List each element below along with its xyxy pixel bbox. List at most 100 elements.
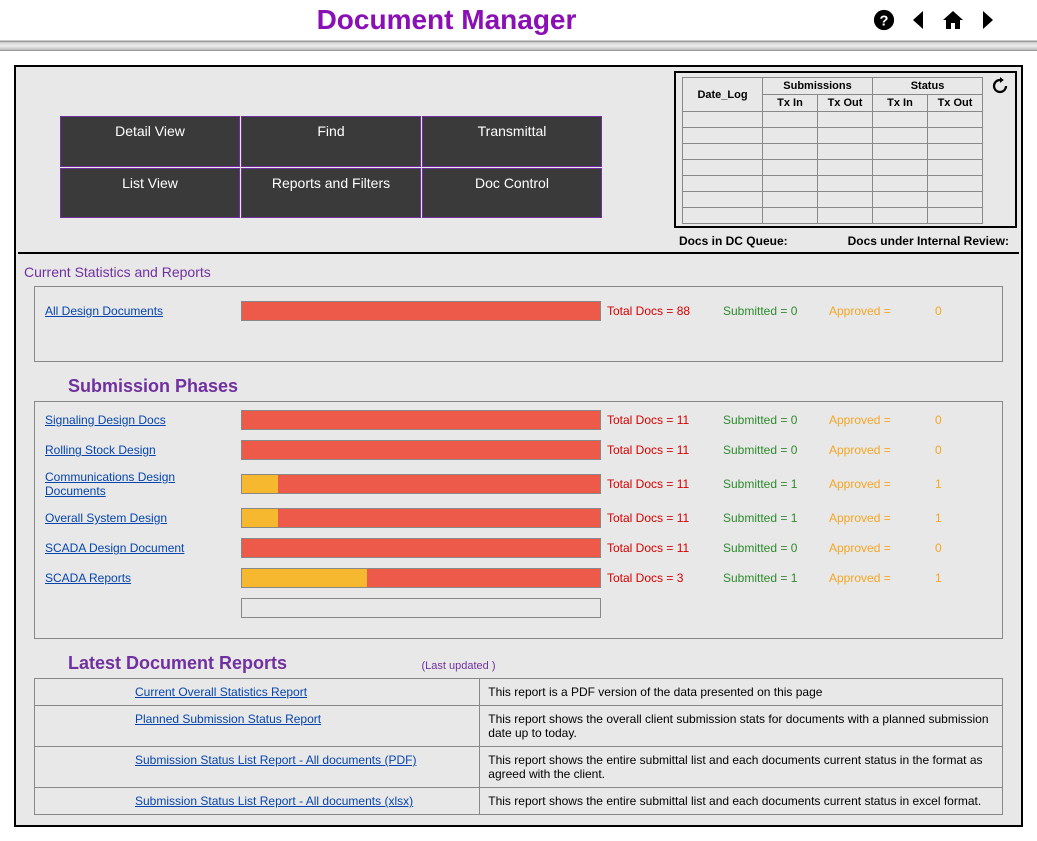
phase-submitted: Submitted = 0 [723,413,823,427]
help-icon[interactable]: ? [873,9,895,31]
stats-heading: Current Statistics and Reports [18,254,1019,286]
phase-submitted: Submitted = 0 [723,541,823,555]
doc-control-button[interactable]: Doc Control [422,168,602,219]
docs-dc-queue-label: Docs in DC Queue: [679,234,788,248]
header-divider [0,41,1037,51]
phase-bar [241,410,601,430]
nav-back-icon[interactable] [909,9,927,31]
phases-heading: Submission Phases [18,372,1019,401]
queue-col-sub-txin: Tx In [763,95,818,112]
phase-link[interactable]: Signaling Design Docs [45,413,235,427]
report-link[interactable]: Submission Status List Report - All docu… [135,753,416,767]
queue-col-stat-txout: Tx Out [928,95,983,112]
queue-col-stat-txin: Tx In [873,95,928,112]
refresh-icon[interactable] [991,77,1009,95]
phase-submitted: Submitted = 1 [723,477,823,491]
report-row: Current Overall Statistics Report This re… [35,679,1003,706]
phase-bar [241,508,601,528]
docs-internal-review-label: Docs under Internal Review: [848,234,1009,248]
report-link[interactable]: Submission Status List Report - All docu… [135,794,413,808]
phase-link[interactable]: Communications Design Documents [45,470,235,498]
header-nav: ? [873,9,997,31]
phase-link[interactable]: SCADA Reports [45,571,235,585]
report-row: Submission Status List Report - All docu… [35,747,1003,788]
phase-row: SCADA Reports Total Docs = 3 Submitted = 1… [45,568,992,588]
nav-forward-icon[interactable] [979,9,997,31]
phase-row: Signaling Design Docs Total Docs = 11 Subm… [45,410,992,430]
phase-approved-value: 0 [935,541,975,555]
all-total: Total Docs = 88 [607,304,717,318]
report-link[interactable]: Planned Submission Status Report [135,712,321,726]
reports-table: Current Overall Statistics Report This re… [34,678,1003,815]
reports-heading: Latest Document Reports [18,649,337,678]
header-bar: Document Manager ? [0,0,1037,41]
stats-row-all: All Design Documents Total Docs = 88 Sub… [45,301,992,321]
phase-row-empty [45,598,992,618]
queue-footer: Docs in DC Queue: Docs under Internal Re… [18,230,1019,254]
phase-link[interactable]: Rolling Stock Design [45,443,235,457]
all-design-docs-link[interactable]: All Design Documents [45,304,235,318]
queue-col-submissions: Submissions [763,78,873,95]
queue-col-sub-txout: Tx Out [818,95,873,112]
phase-total: Total Docs = 11 [607,413,717,427]
transmittal-button[interactable]: Transmittal [422,116,602,167]
nav-home-icon[interactable] [941,9,965,31]
queue-col-status: Status [873,78,983,95]
phase-row: Overall System Design Total Docs = 11 Subm… [45,508,992,528]
phase-row: SCADA Design Document Total Docs = 11 Subm… [45,538,992,558]
phase-approved-value: 0 [935,443,975,457]
phase-total: Total Docs = 11 [607,477,717,491]
phase-submitted: Submitted = 1 [723,511,823,525]
all-submitted: Submitted = 0 [723,304,823,318]
phase-approved-label: Approved = [829,413,929,427]
phase-bar-empty [241,598,601,618]
phase-bar [241,440,601,460]
phase-approved-label: Approved = [829,443,929,457]
phase-approved-label: Approved = [829,511,929,525]
phase-link[interactable]: Overall System Design [45,511,235,525]
phase-approved-value: 1 [935,511,975,525]
page-title: Document Manager [20,4,873,36]
report-desc: This report shows the entire submittal l… [480,747,1003,788]
main-button-grid: Detail View Find Transmittal List View R… [60,116,602,218]
queue-panel: Date_Log Submissions Status Tx In Tx Out… [674,71,1017,228]
phase-approved-label: Approved = [829,571,929,585]
phase-approved-value: 1 [935,571,975,585]
phase-submitted: Submitted = 1 [723,571,823,585]
report-link[interactable]: Current Overall Statistics Report [135,685,307,699]
all-approved-label: Approved = [829,304,929,318]
phase-total: Total Docs = 11 [607,541,717,555]
phase-bar [241,474,601,494]
detail-view-button[interactable]: Detail View [60,116,240,167]
last-updated-label: (Last updated ) [422,660,496,672]
reports-filters-button[interactable]: Reports and Filters [241,168,421,219]
phase-bar [241,568,601,588]
queue-table: Date_Log Submissions Status Tx In Tx Out… [682,77,983,224]
all-approved-value: 0 [935,304,975,318]
phase-approved-value: 1 [935,477,975,491]
phase-approved-label: Approved = [829,477,929,491]
stats-box: All Design Documents Total Docs = 88 Sub… [34,286,1003,362]
phase-bar [241,538,601,558]
report-row: Submission Status List Report - All docu… [35,788,1003,815]
svg-text:?: ? [880,14,889,30]
phases-box: Signaling Design Docs Total Docs = 11 Subm… [34,401,1003,639]
phase-total: Total Docs = 11 [607,443,717,457]
phase-approved-value: 0 [935,413,975,427]
phase-submitted: Submitted = 0 [723,443,823,457]
find-button[interactable]: Find [241,116,421,167]
list-view-button[interactable]: List View [60,168,240,219]
phase-total: Total Docs = 11 [607,511,717,525]
report-desc: This report shows the overall client sub… [480,706,1003,747]
phase-link[interactable]: SCADA Design Document [45,541,235,555]
main-frame: Detail View Find Transmittal List View R… [14,65,1023,827]
report-desc: This report shows the entire submittal l… [480,788,1003,815]
all-bar [241,301,601,321]
phase-row: Rolling Stock Design Total Docs = 11 Submi… [45,440,992,460]
queue-col-datelog: Date_Log [683,78,763,112]
report-row: Planned Submission Status Report This rep… [35,706,1003,747]
phase-approved-label: Approved = [829,541,929,555]
phase-total: Total Docs = 3 [607,571,717,585]
report-desc: This report is a PDF version of the data… [480,679,1003,706]
phase-row: Communications Design Documents Total Doc… [45,470,992,498]
